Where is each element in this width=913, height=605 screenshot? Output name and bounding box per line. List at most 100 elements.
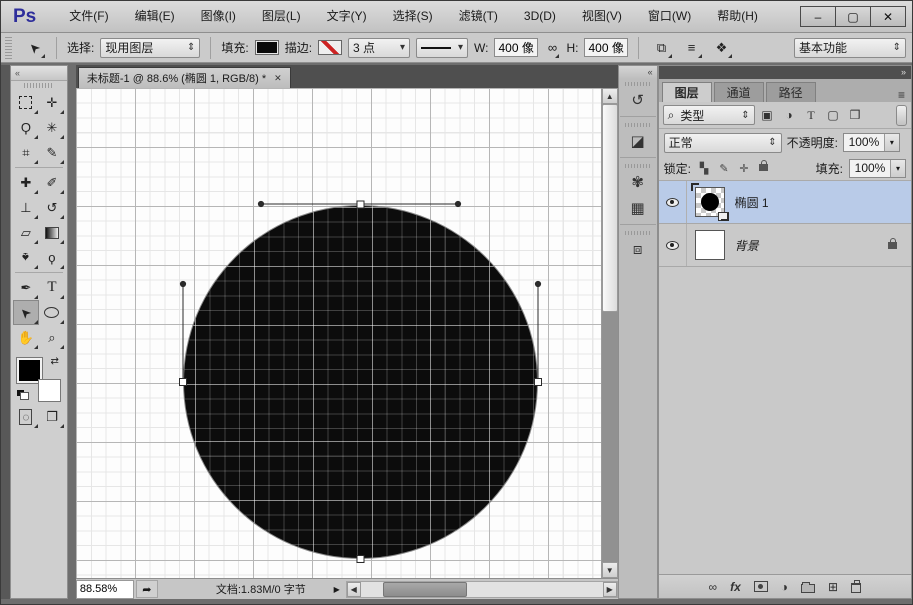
swatches-panel-button[interactable]: ▦ [624, 195, 652, 221]
dodge-tool[interactable]: ϙ [39, 245, 65, 270]
lock-pixels-button[interactable]: ✎ [717, 162, 731, 175]
filter-pixel-layers-button[interactable]: ▣ [758, 106, 777, 125]
history-panel-button[interactable]: ↺ [624, 87, 652, 113]
eyedropper-tool[interactable]: ✎ [39, 140, 65, 165]
adjustments-panel-button[interactable]: ◪ [624, 128, 652, 154]
menu-3d[interactable]: 3D(D) [511, 1, 569, 32]
new-group-button[interactable] [801, 581, 815, 593]
visibility-toggle[interactable] [659, 181, 687, 223]
share-document-icon[interactable]: ➦ [136, 580, 158, 598]
new-layer-button[interactable]: ⊞ [828, 580, 838, 594]
blur-tool[interactable]: ♠ [13, 245, 39, 270]
minimize-button[interactable]: – [800, 6, 836, 27]
background-color-swatch[interactable] [38, 379, 61, 402]
brush-tool[interactable]: ✐ [39, 170, 65, 195]
document-tab[interactable]: 未标题-1 @ 88.6% (椭圆 1, RGB/8) * ✕ [78, 67, 291, 88]
rectangular-marquee-tool[interactable] [13, 90, 39, 115]
history-brush-tool[interactable]: ↺ [39, 195, 65, 220]
eraser-tool[interactable]: ▱ [13, 220, 39, 245]
add-layer-mask-button[interactable] [754, 581, 768, 592]
maximize-button[interactable]: ▢ [835, 6, 871, 27]
stroke-color-swatch[interactable] [318, 40, 342, 55]
filter-smart-objects-button[interactable]: ❒ [846, 106, 865, 125]
new-adjustment-layer-button[interactable]: ◑ [781, 580, 788, 594]
canvas[interactable] [76, 88, 601, 578]
fill-color-swatch[interactable] [255, 40, 279, 55]
scroll-up-icon[interactable]: ▲ [602, 88, 618, 104]
scroll-right-icon[interactable]: ▶ [603, 582, 617, 597]
hand-tool[interactable]: ✋ [13, 325, 39, 350]
ellipse-shape[interactable] [183, 205, 538, 559]
layer-name[interactable]: 椭圆 1 [735, 194, 769, 211]
menu-window[interactable]: 窗口(W) [635, 1, 704, 32]
quick-mask-button[interactable]: ◌ [13, 404, 39, 429]
stroke-width-dropdown[interactable]: 3 点 ▾ [348, 38, 410, 58]
filter-type-dropdown[interactable]: ⌕ 类型 ⇕ [663, 105, 755, 125]
workspace-switcher-dropdown[interactable]: 基本功能 ⇕ [794, 38, 906, 58]
path-arrangement-button[interactable]: ❖ [709, 37, 733, 59]
filtering-toggle[interactable] [896, 105, 907, 126]
dropdown-arrow-icon[interactable]: ▾ [884, 134, 899, 151]
menu-layer[interactable]: 图层(L) [249, 1, 314, 32]
tools-panel-grip[interactable] [24, 83, 54, 88]
color-panel-button[interactable]: ✾ [624, 169, 652, 195]
path-operations-button[interactable]: ⧉ [649, 37, 673, 59]
options-bar-grip[interactable] [5, 37, 12, 59]
fill-value[interactable]: 100% [850, 160, 890, 177]
filter-shape-layers-button[interactable]: ▢ [824, 106, 843, 125]
fill-control[interactable]: 100% ▾ [849, 159, 906, 178]
screen-mode-button[interactable]: ❐ [39, 404, 65, 429]
tools-panel-collapse-button[interactable]: « [11, 66, 67, 81]
dock-grip[interactable] [625, 231, 651, 235]
background-layer-thumbnail[interactable] [695, 230, 725, 260]
scroll-down-icon[interactable]: ▼ [602, 562, 618, 578]
link-dimensions-icon[interactable]: ∞ [544, 37, 560, 59]
clone-stamp-tool[interactable]: ⊥ [13, 195, 39, 220]
layer-row-background[interactable]: 背景 [659, 224, 911, 267]
horizontal-scrollbar[interactable]: ◀ ▶ [346, 581, 618, 598]
scroll-left-icon[interactable]: ◀ [347, 582, 361, 597]
shape-height-input[interactable] [584, 38, 628, 57]
dock-grip[interactable] [625, 123, 651, 127]
gradient-tool[interactable] [39, 220, 65, 245]
opacity-value[interactable]: 100% [844, 134, 884, 151]
spot-healing-brush-tool[interactable]: ✚ [13, 170, 39, 195]
opacity-control[interactable]: 100% ▾ [843, 133, 900, 152]
dropdown-arrow-icon[interactable]: ▾ [890, 160, 905, 177]
lasso-tool[interactable]: Ϙ [13, 115, 39, 140]
blend-mode-dropdown[interactable]: 正常 ⇕ [664, 133, 782, 153]
horizontal-scrollbar-thumb[interactable] [383, 582, 467, 597]
filter-adjustment-layers-button[interactable]: ◑ [780, 106, 799, 125]
tab-layers[interactable]: 图层 [662, 82, 712, 102]
zoom-level-input[interactable] [76, 580, 134, 599]
ellipse-layer-thumbnail[interactable] [695, 187, 725, 217]
dock-grip[interactable] [625, 82, 651, 86]
default-colors-icon[interactable] [17, 390, 29, 400]
3d-panel-button[interactable]: ⧈ [624, 236, 652, 262]
menu-select[interactable]: 选择(S) [380, 1, 446, 32]
tab-close-icon[interactable]: ✕ [274, 73, 282, 84]
zoom-tool[interactable]: ⌕ [39, 325, 65, 350]
tab-channels[interactable]: 通道 [714, 82, 764, 102]
crop-tool[interactable]: ⌗ [13, 140, 39, 165]
dock-grip[interactable] [625, 164, 651, 168]
panel-group-collapse-button[interactable]: » [659, 66, 911, 79]
vertical-scrollbar-thumb[interactable] [602, 104, 618, 312]
layer-styles-button[interactable]: fx [730, 580, 741, 594]
path-selection-tool[interactable]: ➤ [13, 300, 39, 325]
layer-name[interactable]: 背景 [735, 237, 759, 254]
path-alignment-button[interactable]: ≡ [679, 37, 703, 59]
type-tool[interactable]: T [39, 275, 65, 300]
lock-all-button[interactable] [757, 162, 771, 174]
menu-view[interactable]: 视图(V) [569, 1, 635, 32]
filter-type-layers-button[interactable]: T [802, 106, 821, 125]
menu-file[interactable]: 文件(F) [56, 1, 121, 32]
status-info-arrow[interactable]: ▶ [330, 585, 344, 594]
menu-filter[interactable]: 滤镜(T) [446, 1, 511, 32]
menu-edit[interactable]: 编辑(E) [122, 1, 188, 32]
pen-tool[interactable]: ✒ [13, 275, 39, 300]
lock-transparency-button[interactable]: ▚ [697, 162, 711, 175]
visibility-toggle[interactable] [659, 224, 687, 266]
tab-paths[interactable]: 路径 [766, 82, 816, 102]
ellipse-tool[interactable] [39, 300, 65, 325]
